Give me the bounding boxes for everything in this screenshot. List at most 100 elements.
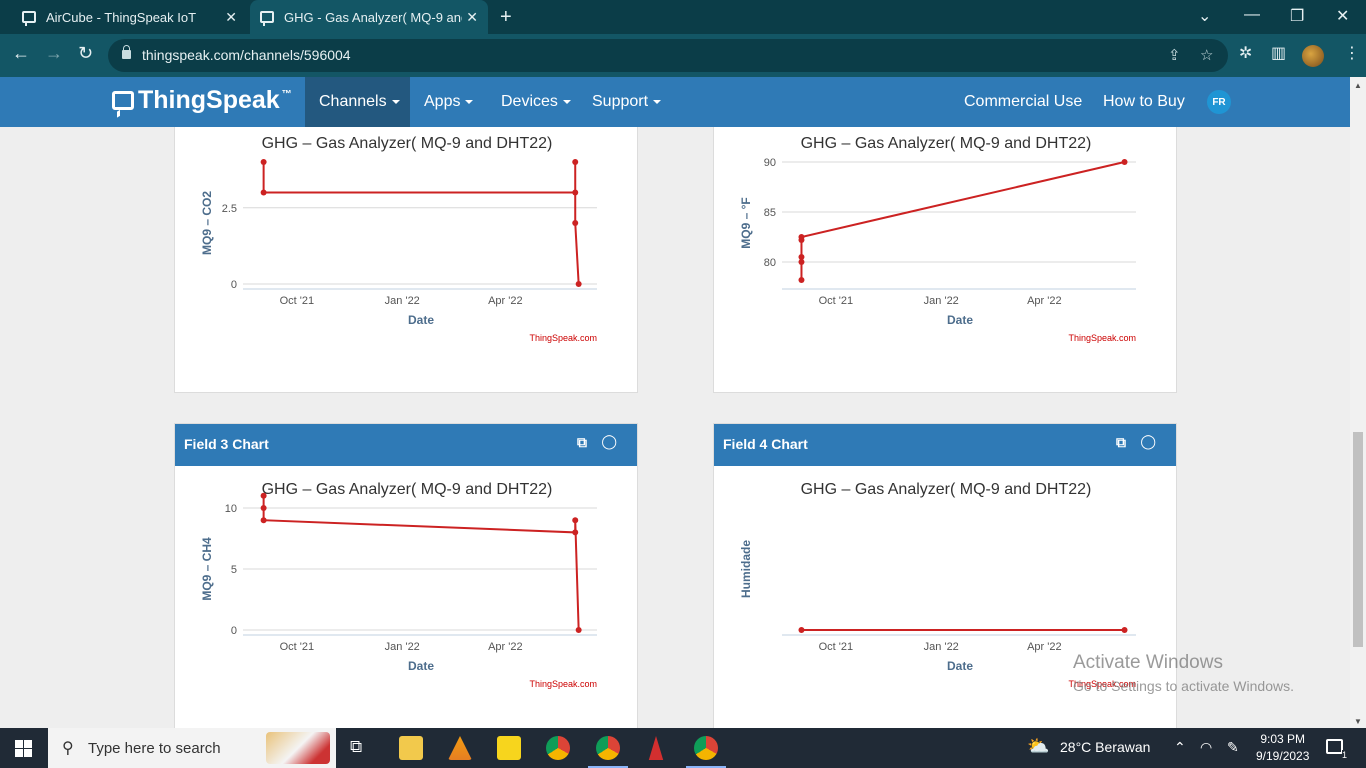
new-tab-plus-icon[interactable]: + <box>500 6 512 29</box>
nav-commercial-use[interactable]: Commercial Use <box>964 77 1082 127</box>
y-axis-label: MQ9 – °F <box>739 197 753 248</box>
comment-icon[interactable]: ◯ <box>601 433 617 450</box>
notification-center-icon[interactable]: 1 <box>1326 739 1347 760</box>
thingspeak-favicon-icon <box>260 11 274 26</box>
sticky-notes-icon[interactable] <box>497 736 521 760</box>
clock-time: 9:03 PM <box>1260 732 1306 746</box>
browser-toolbar: ← → ↻ thingspeak.com/channels/596004 ⇪ ☆ <box>0 34 1366 77</box>
data-point <box>260 517 267 524</box>
series-line <box>262 495 580 631</box>
browser-tab-aircube[interactable]: AirCube - ThingSpeak IoT ✕ <box>12 0 247 34</box>
taskbar-search-box[interactable]: ⚲ Type here to search <box>48 728 336 768</box>
tab-close-icon[interactable]: ✕ <box>466 9 478 26</box>
x-axis-label: Date <box>408 313 434 327</box>
app-icon[interactable] <box>648 736 664 760</box>
nav-how-to-buy[interactable]: How to Buy <box>1103 77 1185 127</box>
file-explorer-icon[interactable] <box>399 736 423 760</box>
data-point <box>260 492 267 499</box>
tab-close-icon[interactable]: ✕ <box>225 9 237 26</box>
scrollbar-thumb[interactable] <box>1353 432 1363 647</box>
nav-apps[interactable]: Apps <box>424 77 474 127</box>
nav-label: Support <box>592 93 649 110</box>
x-axis-label: Date <box>947 313 973 327</box>
weather-cloud-icon[interactable]: ⛅ <box>1027 736 1049 757</box>
address-bar[interactable]: thingspeak.com/channels/596004 ⇪ ☆ <box>108 39 1228 72</box>
caret-down-icon <box>562 100 571 104</box>
data-point <box>798 277 805 283</box>
bookmark-star-icon[interactable]: ☆ <box>1200 46 1213 64</box>
x-tick-label: Oct '21 <box>819 295 854 307</box>
profile-avatar[interactable] <box>1302 45 1324 67</box>
data-point <box>572 159 579 165</box>
y-tick-label: 10 <box>225 503 237 515</box>
browser-menu-icon[interactable]: ⋮ <box>1344 43 1360 63</box>
chart-svg: GHG – Gas Analyzer( MQ-9 and DHT22) 0 2.5 O… <box>200 135 597 343</box>
nav-support[interactable]: Support <box>592 77 662 127</box>
forward-arrow-icon[interactable]: → <box>45 43 63 64</box>
y-axis-label: MQ9 – CH4 <box>200 537 214 601</box>
windows-start-icon[interactable] <box>15 740 32 757</box>
side-panel-icon[interactable]: ▥ <box>1271 43 1286 63</box>
nav-channels[interactable]: Channels <box>305 77 410 127</box>
panel-header: Field 4 Chart ⧉ ◯ <box>714 424 1176 466</box>
wifi-icon[interactable]: ◠ <box>1200 739 1212 756</box>
external-link-icon[interactable]: ⧉ <box>577 434 587 451</box>
y-tick-label: 5 <box>231 564 237 576</box>
data-point <box>798 254 805 260</box>
y-tick-label: 0 <box>231 625 237 637</box>
nav-label: Channels <box>319 93 387 110</box>
x-tick-label: Jan '22 <box>924 295 959 307</box>
system-clock[interactable]: 9:03 PM 9/19/2023 <box>1256 731 1309 765</box>
chart-title: GHG – Gas Analyzer( MQ-9 and DHT22) <box>262 481 553 498</box>
tray-chevron-icon[interactable]: ⌃ <box>1174 739 1186 756</box>
extensions-puzzle-icon[interactable]: ✲ <box>1239 43 1252 63</box>
scroll-down-arrow-icon[interactable]: ▼ <box>1354 717 1362 726</box>
browser-tab-ghg[interactable]: GHG - Gas Analyzer( MQ-9 and D ✕ <box>250 0 488 34</box>
thingspeak-logo[interactable]: ThingSpeak ™ <box>112 86 292 115</box>
vlc-icon[interactable] <box>448 736 472 760</box>
weather-text[interactable]: 28°C Berawan <box>1060 739 1150 755</box>
x-tick-label: Apr '22 <box>1027 641 1062 653</box>
tab-title: GHG - Gas Analyzer( MQ-9 and D <box>284 9 462 25</box>
chart-credit: ThingSpeak.com <box>1068 333 1136 343</box>
x-tick-label: Apr '22 <box>1027 295 1062 307</box>
x-tick-label: Oct '21 <box>280 641 315 653</box>
lock-icon <box>122 45 131 59</box>
back-arrow-icon[interactable]: ← <box>12 43 30 64</box>
watermark-subtitle: Go to Settings to activate Windows. <box>1073 678 1294 694</box>
data-point <box>572 220 579 226</box>
scroll-up-arrow-icon[interactable]: ▲ <box>1354 81 1362 90</box>
data-point <box>572 189 579 196</box>
data-point <box>575 281 582 287</box>
tab-search-chevron-icon[interactable]: ⌄ <box>1198 6 1211 26</box>
search-highlight-image[interactable] <box>266 732 330 764</box>
caret-down-icon <box>465 100 474 104</box>
nav-devices[interactable]: Devices <box>501 77 571 127</box>
chrome-profile-icon[interactable] <box>596 736 620 760</box>
field-1-chart: GHG – Gas Analyzer( MQ-9 and DHT22) 0 2.5 O… <box>175 134 639 379</box>
field-2-panel: GHG – Gas Analyzer( MQ-9 and DHT22) 80 85 9… <box>713 127 1177 393</box>
trademark: ™ <box>281 89 292 100</box>
chart-title: GHG – Gas Analyzer( MQ-9 and DHT22) <box>801 481 1092 498</box>
pen-icon[interactable]: ✎ <box>1227 739 1239 756</box>
chrome-icon[interactable] <box>546 736 570 760</box>
page-scrollbar[interactable]: ▲ ▼ <box>1350 77 1366 728</box>
y-tick-label: 90 <box>764 157 776 169</box>
series-line <box>262 162 580 285</box>
window-close-icon[interactable]: ✕ <box>1336 6 1349 26</box>
comment-icon[interactable]: ◯ <box>1140 433 1156 450</box>
share-icon[interactable]: ⇪ <box>1168 46 1181 64</box>
user-avatar[interactable]: FR <box>1207 90 1231 114</box>
minimize-icon[interactable]: — <box>1244 6 1260 24</box>
tab-title: AirCube - ThingSpeak IoT <box>46 9 197 25</box>
external-link-icon[interactable]: ⧉ <box>1116 434 1126 451</box>
speech-bubble-logo-icon <box>112 91 134 110</box>
restore-icon[interactable]: ❐ <box>1290 6 1304 26</box>
caret-down-icon <box>391 100 400 104</box>
chrome-alt-profile-icon[interactable] <box>694 736 718 760</box>
url-text: thingspeak.com/channels/596004 <box>142 47 351 63</box>
reload-icon[interactable]: ↻ <box>78 43 93 64</box>
y-tick-label: 85 <box>764 207 776 219</box>
task-view-icon[interactable]: ⧉ <box>350 737 362 757</box>
panel-title: Field 3 Chart <box>184 436 269 452</box>
